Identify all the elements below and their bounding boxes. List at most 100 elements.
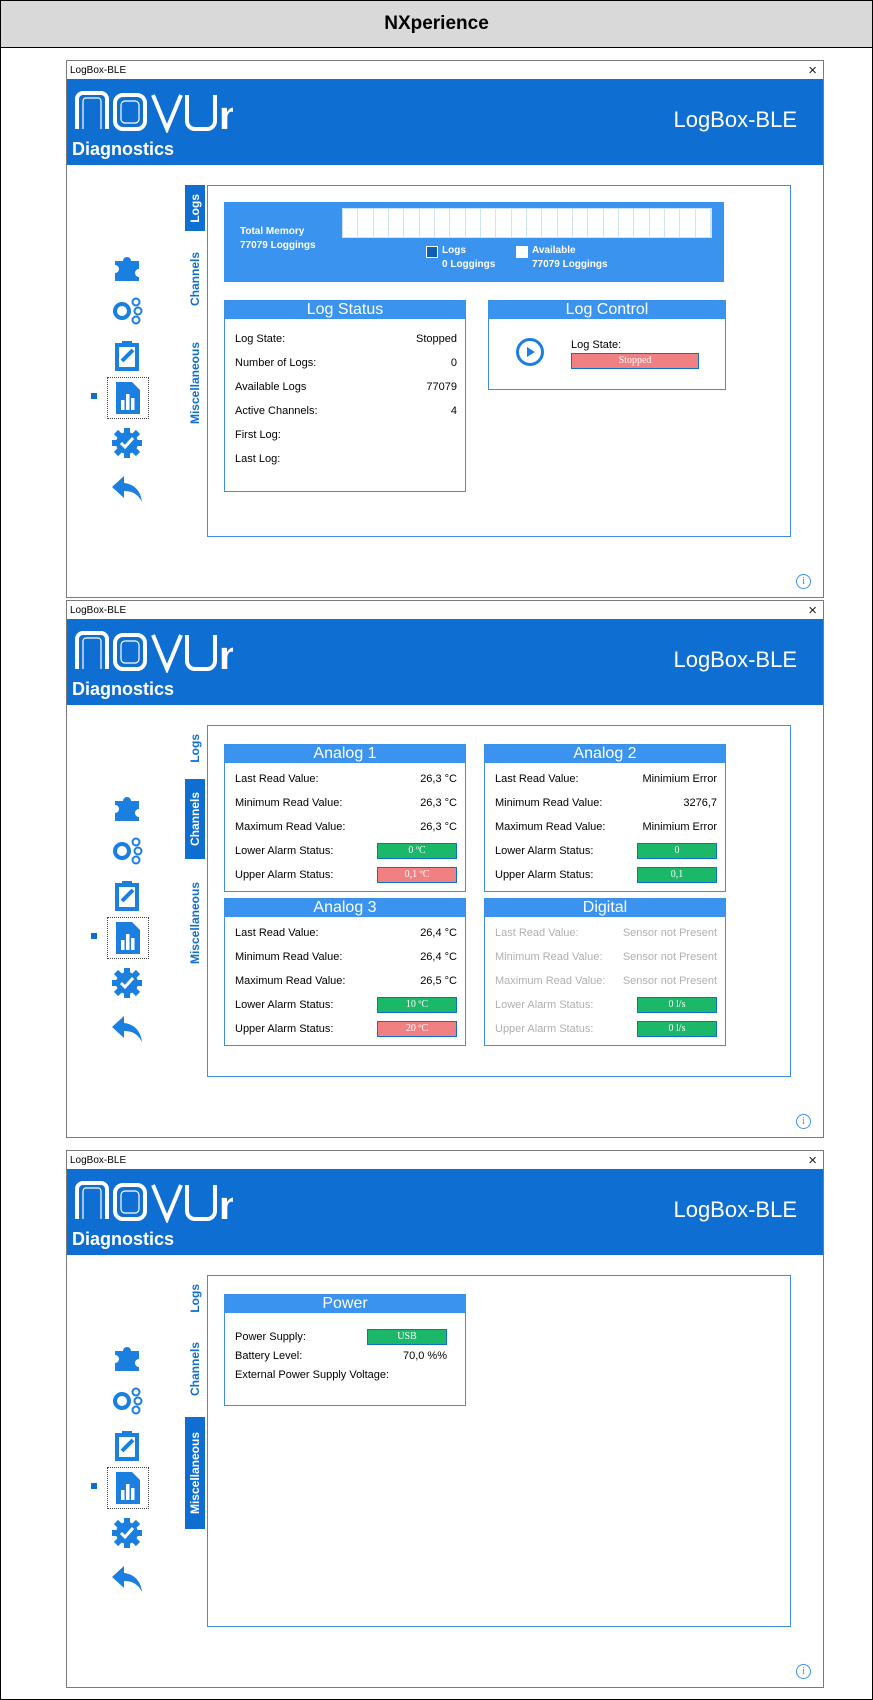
- settings-icon[interactable]: [107, 423, 147, 463]
- play-icon[interactable]: [515, 337, 545, 367]
- alarm-badge: 0 l/s: [637, 997, 717, 1013]
- analog-1-card: Analog 1 Last Read Value: 26,3 °C Minimum…: [224, 744, 466, 892]
- logs-panel: Total Memory 77079 Loggings Logs 0 Loggi…: [207, 185, 791, 537]
- channel-row: Maximum Read Value: 26,3 °C: [235, 821, 457, 833]
- header-banner: novus Diagnostics LogBox-BLE: [67, 619, 823, 705]
- novus-logo: novus: [75, 1181, 233, 1223]
- tab-channels[interactable]: Channels: [185, 239, 205, 319]
- alarm-badge: 0 l/s: [637, 1021, 717, 1037]
- log-status-title: Log Status: [225, 301, 465, 319]
- diagnostics-icon[interactable]: [107, 377, 149, 419]
- status-row: Number of Logs: 0: [235, 357, 457, 369]
- back-icon[interactable]: [107, 1559, 147, 1599]
- puzzle-icon[interactable]: [107, 787, 147, 827]
- close-icon[interactable]: ×: [808, 1153, 817, 1168]
- tab-logs[interactable]: Logs: [185, 185, 205, 231]
- channel-row: Lower Alarm Status: 0 ºC: [225, 839, 465, 863]
- channels-icon[interactable]: [107, 291, 147, 331]
- memory-title: Total Memory: [240, 226, 305, 237]
- svg-text:novus: novus: [219, 634, 233, 673]
- diagnostics-icon[interactable]: [107, 1467, 149, 1509]
- svg-text:novus: novus: [219, 94, 233, 133]
- diagnostics-icon[interactable]: [107, 917, 149, 959]
- channel-row: Maximum Read Value: Sensor not Present: [495, 975, 717, 987]
- banner-subtitle: Diagnostics: [72, 679, 175, 699]
- alarm-badge: 0: [637, 843, 717, 859]
- status-row: First Log:: [235, 429, 281, 441]
- channels-icon[interactable]: [107, 1381, 147, 1421]
- channel-row: Last Read Value: 26,3 °C: [235, 773, 457, 785]
- channel-row: Last Read Value: Sensor not Present: [495, 927, 717, 939]
- window-miscellaneous: LogBox-BLE × novus Diagnostics LogBox-BL…: [66, 1150, 824, 1688]
- log-state-badge: Stopped: [571, 353, 699, 369]
- banner-product-name: LogBox-BLE: [673, 1197, 797, 1222]
- window-titlebar: LogBox-BLE ×: [67, 601, 823, 619]
- clipboard-icon[interactable]: [107, 1425, 147, 1465]
- memory-usage-bar: [342, 208, 712, 238]
- analog-2-card: Analog 2 Last Read Value: Minimium Error …: [484, 744, 726, 892]
- novus-logo: novus: [75, 631, 233, 673]
- back-icon[interactable]: [107, 469, 147, 509]
- channel-row: Last Read Value: 26,4 °C: [235, 927, 457, 939]
- status-row: Available Logs 77079: [235, 381, 457, 393]
- alarm-badge: 20 ºC: [377, 1021, 457, 1037]
- window-title: LogBox-BLE: [70, 604, 127, 616]
- close-icon[interactable]: ×: [808, 603, 817, 618]
- channel-row: Upper Alarm Status: 20 ºC: [225, 1017, 465, 1041]
- channel-row: Maximum Read Value: Minimium Error: [495, 821, 717, 833]
- analog-1-title: Analog 1: [225, 745, 465, 763]
- puzzle-icon[interactable]: [107, 1337, 147, 1377]
- settings-icon[interactable]: [107, 1513, 147, 1553]
- available-legend-value: 77079 Loggings: [532, 259, 608, 270]
- tab-logs[interactable]: Logs: [185, 725, 205, 771]
- puzzle-icon[interactable]: [107, 247, 147, 287]
- info-icon[interactable]: i: [796, 574, 811, 589]
- channel-row: Lower Alarm Status: 0 l/s: [485, 993, 725, 1017]
- log-status-card: Log Status Log State: Stopped Number of L…: [224, 300, 466, 492]
- battery-row: Battery Level: 70,0 %%: [235, 1350, 447, 1362]
- channel-row: Minimum Read Value: 3276,7: [495, 797, 717, 809]
- status-row: Active Channels: 4: [235, 405, 457, 417]
- tab-channels[interactable]: Channels: [185, 1329, 205, 1409]
- digital-card: Digital Last Read Value: Sensor not Prese…: [484, 898, 726, 1046]
- alarm-badge: 0,1 ºC: [377, 867, 457, 883]
- channel-row: Minimum Read Value: 26,3 °C: [235, 797, 457, 809]
- banner-subtitle: Diagnostics: [72, 1229, 175, 1249]
- active-indicator: [91, 1483, 97, 1489]
- power-supply-row: Power Supply: USB: [225, 1327, 465, 1347]
- channel-row: Minimum Read Value: 26,4 °C: [235, 951, 457, 963]
- window-logs: LogBox-BLE × novus Diagnostics LogBox-BL…: [66, 60, 824, 598]
- tab-miscellaneous[interactable]: Miscellaneous: [185, 327, 205, 439]
- banner-subtitle: Diagnostics: [72, 139, 175, 159]
- channels-icon[interactable]: [107, 831, 147, 871]
- clipboard-icon[interactable]: [107, 335, 147, 375]
- info-icon[interactable]: i: [796, 1664, 811, 1679]
- tab-logs[interactable]: Logs: [185, 1275, 205, 1321]
- alarm-badge: 0 ºC: [377, 843, 457, 859]
- active-indicator: [91, 933, 97, 939]
- window-titlebar: LogBox-BLE ×: [67, 61, 823, 79]
- tab-miscellaneous[interactable]: Miscellaneous: [185, 867, 205, 979]
- analog-3-card: Analog 3 Last Read Value: 26,4 °C Minimum…: [224, 898, 466, 1046]
- back-icon[interactable]: [107, 1009, 147, 1049]
- window-title: LogBox-BLE: [70, 1154, 127, 1166]
- logs-legend-label: Logs: [442, 245, 466, 256]
- channel-row: Lower Alarm Status: 10 ºC: [225, 993, 465, 1017]
- log-state-label: Log State:: [571, 339, 622, 351]
- banner-product-name: LogBox-BLE: [673, 107, 797, 132]
- clipboard-icon[interactable]: [107, 875, 147, 915]
- alarm-badge: 10 ºC: [377, 997, 457, 1013]
- logs-legend-value: 0 Loggings: [442, 259, 496, 270]
- svg-text:novus: novus: [219, 1184, 233, 1223]
- power-supply-badge: USB: [367, 1329, 447, 1345]
- close-icon[interactable]: ×: [808, 63, 817, 78]
- channel-row: Lower Alarm Status: 0: [485, 839, 725, 863]
- tab-miscellaneous[interactable]: Miscellaneous: [185, 1417, 205, 1529]
- log-control-card: Log Control Log State: Stopped: [488, 300, 726, 390]
- external-voltage-row: External Power Supply Voltage:: [235, 1369, 390, 1381]
- tab-channels[interactable]: Channels: [185, 779, 205, 859]
- header-banner: novus Diagnostics LogBox-BLE: [67, 1169, 823, 1255]
- memory-summary: Total Memory 77079 Loggings Logs 0 Loggi…: [224, 202, 724, 282]
- info-icon[interactable]: i: [796, 1114, 811, 1129]
- settings-icon[interactable]: [107, 963, 147, 1003]
